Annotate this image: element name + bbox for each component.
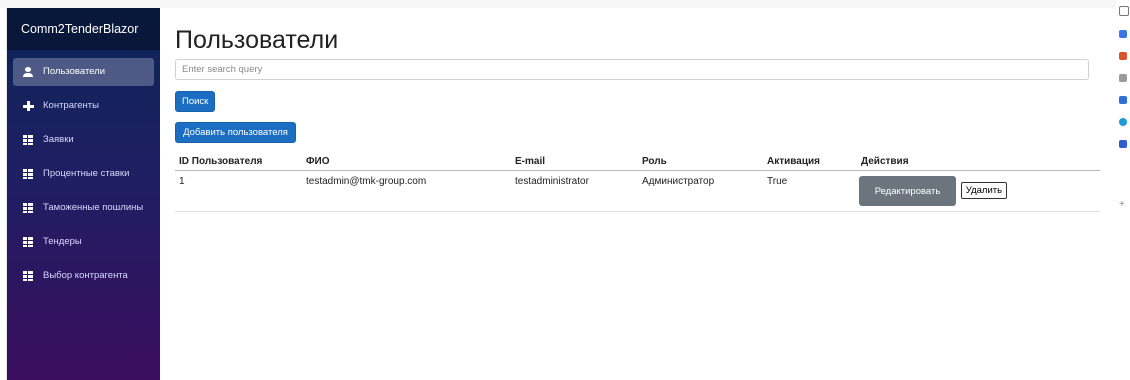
app-brand[interactable]: Comm2TenderBlazor <box>7 8 160 50</box>
extension-icon[interactable] <box>1119 30 1127 38</box>
add-user-button[interactable]: Добавить пользователя <box>175 122 296 143</box>
cell-actions: Редактировать Удалить <box>857 170 1100 212</box>
browser-top-strip <box>0 0 1130 8</box>
column-header-id: ID Пользователя <box>175 145 302 171</box>
cell-activation: True <box>763 170 857 212</box>
cell-email: testadministrator <box>511 170 638 212</box>
column-header-email: E-mail <box>511 145 638 171</box>
list-icon <box>23 203 33 213</box>
list-icon <box>23 169 33 179</box>
search-button[interactable]: Поиск <box>175 91 215 112</box>
column-header-activation: Активация <box>763 145 857 171</box>
extension-icon[interactable] <box>1119 74 1127 82</box>
sidebar-nav: Пользователи Контрагенты Заявки Процентн… <box>7 50 160 290</box>
list-icon <box>23 135 33 145</box>
table-header-row: ID Пользователя ФИО E-mail Роль Активаци… <box>175 145 1100 171</box>
cell-id: 1 <box>175 170 302 212</box>
column-header-role: Роль <box>638 145 763 171</box>
users-table: ID Пользователя ФИО E-mail Роль Активаци… <box>175 145 1100 212</box>
plus-icon <box>23 101 34 111</box>
delete-button[interactable]: Удалить <box>960 182 1008 199</box>
list-icon <box>23 237 33 247</box>
table-row: 1 testadmin@tmk-group.com testadministra… <box>175 170 1100 212</box>
sidebar-item-customs-duties[interactable]: Таможенные пошлины <box>13 194 154 222</box>
cell-role: Администратор <box>638 170 763 212</box>
cell-fio: testadmin@tmk-group.com <box>302 170 511 212</box>
sidebar-item-counterparties[interactable]: Контрагенты <box>13 92 154 120</box>
edit-button[interactable]: Редактировать <box>859 176 956 206</box>
search-icon[interactable] <box>1119 6 1129 16</box>
browser-side-rail: + <box>1116 0 1130 378</box>
sidebar-item-label: Таможенные пошлины <box>43 202 144 213</box>
sidebar-item-requests[interactable]: Заявки <box>13 126 154 154</box>
extension-icon[interactable] <box>1119 140 1127 148</box>
list-icon <box>23 271 33 281</box>
sidebar-item-counterparty-choice[interactable]: Выбор контрагента <box>13 262 154 290</box>
column-header-fio: ФИО <box>302 145 511 171</box>
add-icon[interactable]: + <box>1119 200 1127 210</box>
sidebar-item-interest-rates[interactable]: Процентные ставки <box>13 160 154 188</box>
sidebar-item-label: Тендеры <box>43 236 82 247</box>
user-icon <box>23 67 33 77</box>
sidebar-item-label: Заявки <box>43 134 74 145</box>
sidebar-item-label: Выбор контрагента <box>43 270 128 281</box>
sidebar-item-label: Процентные ставки <box>43 168 130 179</box>
search-input[interactable] <box>175 59 1089 80</box>
extension-icon[interactable] <box>1119 118 1127 126</box>
extension-icon[interactable] <box>1119 52 1127 60</box>
sidebar-item-users[interactable]: Пользователи <box>13 58 154 86</box>
sidebar-item-label: Контрагенты <box>43 100 99 111</box>
sidebar-item-label: Пользователи <box>43 66 106 77</box>
column-header-actions: Действия <box>857 145 1100 171</box>
extension-icon[interactable] <box>1119 96 1127 104</box>
page-title: Пользователи <box>175 26 339 54</box>
sidebar-item-tenders[interactable]: Тендеры <box>13 228 154 256</box>
sidebar: Comm2TenderBlazor Пользователи Контраген… <box>7 8 160 380</box>
